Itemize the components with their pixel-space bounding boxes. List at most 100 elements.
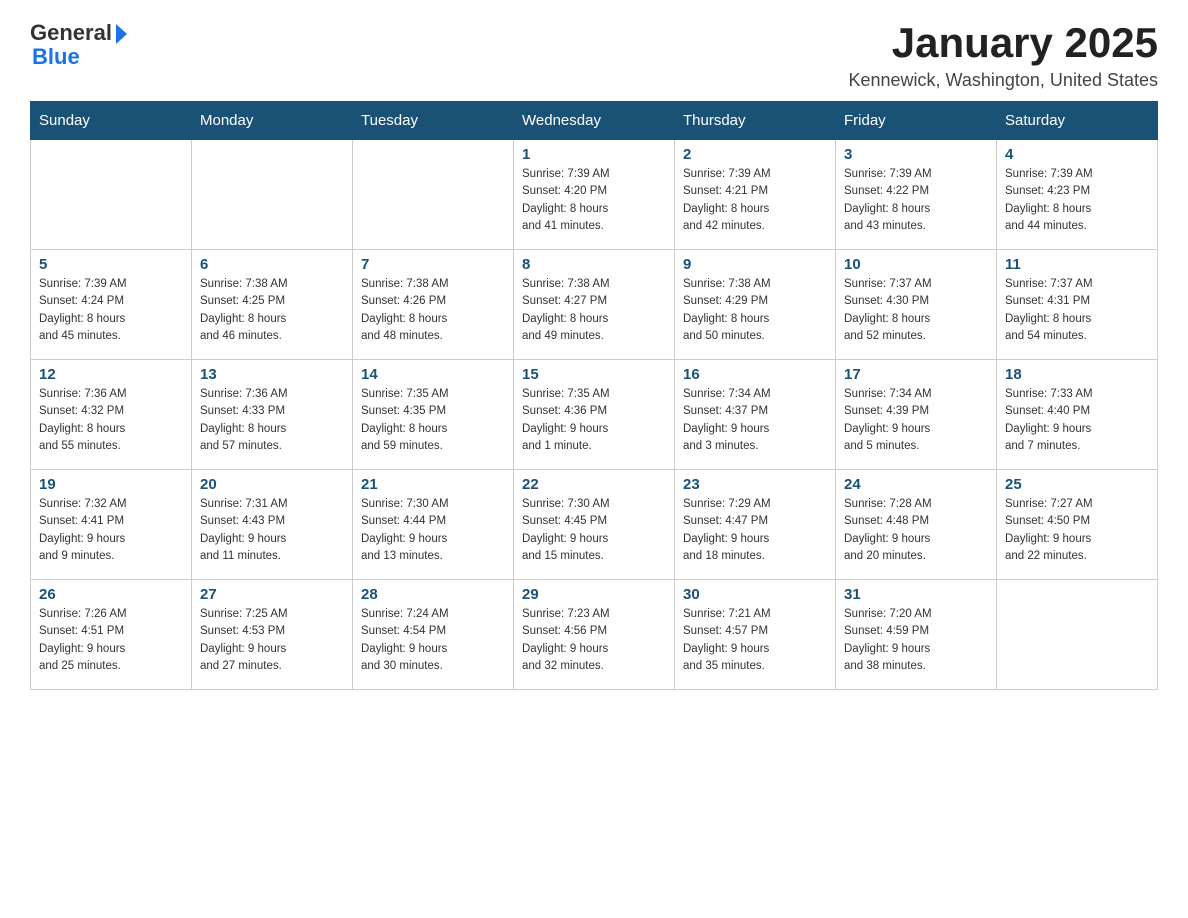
calendar-cell: 29 Sunrise: 7:23 AM Sunset: 4:56 PM Dayli… bbox=[514, 580, 675, 690]
day-header-saturday: Saturday bbox=[997, 102, 1158, 140]
calendar-cell: 5 Sunrise: 7:39 AM Sunset: 4:24 PM Daylig… bbox=[31, 250, 192, 360]
day-info: Sunrise: 7:28 AM Sunset: 4:48 PM Dayligh… bbox=[844, 496, 988, 565]
day-number: 21 bbox=[361, 476, 505, 493]
day-info: Sunrise: 7:29 AM Sunset: 4:47 PM Dayligh… bbox=[683, 496, 827, 565]
day-number: 19 bbox=[39, 476, 183, 493]
day-info: Sunrise: 7:38 AM Sunset: 4:29 PM Dayligh… bbox=[683, 276, 827, 345]
page-header: General Blue January 2025 Kennewick, Was… bbox=[30, 20, 1158, 91]
day-info: Sunrise: 7:34 AM Sunset: 4:37 PM Dayligh… bbox=[683, 386, 827, 455]
day-info: Sunrise: 7:34 AM Sunset: 4:39 PM Dayligh… bbox=[844, 386, 988, 455]
day-info: Sunrise: 7:32 AM Sunset: 4:41 PM Dayligh… bbox=[39, 496, 183, 565]
calendar-week-row: 1 Sunrise: 7:39 AM Sunset: 4:20 PM Daylig… bbox=[31, 140, 1158, 250]
day-number: 1 bbox=[522, 146, 666, 163]
day-info: Sunrise: 7:39 AM Sunset: 4:20 PM Dayligh… bbox=[522, 166, 666, 235]
calendar-cell: 30 Sunrise: 7:21 AM Sunset: 4:57 PM Dayli… bbox=[675, 580, 836, 690]
calendar-cell bbox=[353, 140, 514, 250]
day-header-wednesday: Wednesday bbox=[514, 102, 675, 140]
calendar-cell: 19 Sunrise: 7:32 AM Sunset: 4:41 PM Dayli… bbox=[31, 470, 192, 580]
day-header-sunday: Sunday bbox=[31, 102, 192, 140]
calendar-cell: 8 Sunrise: 7:38 AM Sunset: 4:27 PM Daylig… bbox=[514, 250, 675, 360]
day-number: 16 bbox=[683, 366, 827, 383]
calendar-title: January 2025 bbox=[849, 20, 1159, 66]
day-info: Sunrise: 7:39 AM Sunset: 4:24 PM Dayligh… bbox=[39, 276, 183, 345]
day-info: Sunrise: 7:20 AM Sunset: 4:59 PM Dayligh… bbox=[844, 606, 988, 675]
day-number: 6 bbox=[200, 256, 344, 273]
calendar-week-row: 19 Sunrise: 7:32 AM Sunset: 4:41 PM Dayli… bbox=[31, 470, 1158, 580]
day-number: 9 bbox=[683, 256, 827, 273]
day-number: 14 bbox=[361, 366, 505, 383]
day-info: Sunrise: 7:37 AM Sunset: 4:31 PM Dayligh… bbox=[1005, 276, 1149, 345]
day-info: Sunrise: 7:38 AM Sunset: 4:27 PM Dayligh… bbox=[522, 276, 666, 345]
logo-general-text: General bbox=[30, 20, 112, 46]
day-info: Sunrise: 7:39 AM Sunset: 4:23 PM Dayligh… bbox=[1005, 166, 1149, 235]
day-number: 2 bbox=[683, 146, 827, 163]
day-number: 27 bbox=[200, 586, 344, 603]
calendar-cell bbox=[192, 140, 353, 250]
day-info: Sunrise: 7:24 AM Sunset: 4:54 PM Dayligh… bbox=[361, 606, 505, 675]
day-info: Sunrise: 7:30 AM Sunset: 4:44 PM Dayligh… bbox=[361, 496, 505, 565]
day-number: 4 bbox=[1005, 146, 1149, 163]
day-number: 10 bbox=[844, 256, 988, 273]
day-info: Sunrise: 7:23 AM Sunset: 4:56 PM Dayligh… bbox=[522, 606, 666, 675]
day-number: 22 bbox=[522, 476, 666, 493]
day-number: 20 bbox=[200, 476, 344, 493]
calendar-cell: 23Sunrise: 7:29 AM Sunset: 4:47 PM Dayli… bbox=[675, 470, 836, 580]
day-number: 31 bbox=[844, 586, 988, 603]
calendar-cell: 20 Sunrise: 7:31 AM Sunset: 4:43 PM Dayli… bbox=[192, 470, 353, 580]
calendar-cell: 9 Sunrise: 7:38 AM Sunset: 4:29 PM Daylig… bbox=[675, 250, 836, 360]
day-number: 15 bbox=[522, 366, 666, 383]
calendar-cell: 6Sunrise: 7:38 AM Sunset: 4:25 PM Daylig… bbox=[192, 250, 353, 360]
day-number: 25 bbox=[1005, 476, 1149, 493]
calendar-cell: 14 Sunrise: 7:35 AM Sunset: 4:35 PM Dayli… bbox=[353, 360, 514, 470]
day-header-tuesday: Tuesday bbox=[353, 102, 514, 140]
calendar-cell: 16 Sunrise: 7:34 AM Sunset: 4:37 PM Dayli… bbox=[675, 360, 836, 470]
day-header-monday: Monday bbox=[192, 102, 353, 140]
calendar-cell: 17 Sunrise: 7:34 AM Sunset: 4:39 PM Dayli… bbox=[836, 360, 997, 470]
day-info: Sunrise: 7:36 AM Sunset: 4:33 PM Dayligh… bbox=[200, 386, 344, 455]
calendar-cell: 21 Sunrise: 7:30 AM Sunset: 4:44 PM Dayli… bbox=[353, 470, 514, 580]
calendar-cell: 27 Sunrise: 7:25 AM Sunset: 4:53 PM Dayli… bbox=[192, 580, 353, 690]
day-number: 24 bbox=[844, 476, 988, 493]
day-info: Sunrise: 7:31 AM Sunset: 4:43 PM Dayligh… bbox=[200, 496, 344, 565]
day-number: 30 bbox=[683, 586, 827, 603]
calendar-cell: 31 Sunrise: 7:20 AM Sunset: 4:59 PM Dayli… bbox=[836, 580, 997, 690]
calendar-week-row: 5 Sunrise: 7:39 AM Sunset: 4:24 PM Daylig… bbox=[31, 250, 1158, 360]
calendar-cell bbox=[997, 580, 1158, 690]
day-info: Sunrise: 7:36 AM Sunset: 4:32 PM Dayligh… bbox=[39, 386, 183, 455]
calendar-cell: 3 Sunrise: 7:39 AM Sunset: 4:22 PM Daylig… bbox=[836, 140, 997, 250]
day-number: 8 bbox=[522, 256, 666, 273]
calendar-week-row: 26Sunrise: 7:26 AM Sunset: 4:51 PM Dayli… bbox=[31, 580, 1158, 690]
calendar-cell: 28 Sunrise: 7:24 AM Sunset: 4:54 PM Dayli… bbox=[353, 580, 514, 690]
day-number: 29 bbox=[522, 586, 666, 603]
day-info: Sunrise: 7:35 AM Sunset: 4:35 PM Dayligh… bbox=[361, 386, 505, 455]
day-info: Sunrise: 7:21 AM Sunset: 4:57 PM Dayligh… bbox=[683, 606, 827, 675]
calendar-cell: 11 Sunrise: 7:37 AM Sunset: 4:31 PM Dayli… bbox=[997, 250, 1158, 360]
day-info: Sunrise: 7:38 AM Sunset: 4:26 PM Dayligh… bbox=[361, 276, 505, 345]
day-info: Sunrise: 7:25 AM Sunset: 4:53 PM Dayligh… bbox=[200, 606, 344, 675]
calendar-cell: 4 Sunrise: 7:39 AM Sunset: 4:23 PM Daylig… bbox=[997, 140, 1158, 250]
calendar-subtitle: Kennewick, Washington, United States bbox=[849, 70, 1159, 91]
day-number: 3 bbox=[844, 146, 988, 163]
day-number: 7 bbox=[361, 256, 505, 273]
logo: General Blue bbox=[30, 20, 127, 70]
day-number: 28 bbox=[361, 586, 505, 603]
day-number: 13 bbox=[200, 366, 344, 383]
day-number: 5 bbox=[39, 256, 183, 273]
calendar-cell: 12 Sunrise: 7:36 AM Sunset: 4:32 PM Dayli… bbox=[31, 360, 192, 470]
calendar-cell: 22 Sunrise: 7:30 AM Sunset: 4:45 PM Dayli… bbox=[514, 470, 675, 580]
day-info: Sunrise: 7:39 AM Sunset: 4:22 PM Dayligh… bbox=[844, 166, 988, 235]
day-info: Sunrise: 7:26 AM Sunset: 4:51 PM Dayligh… bbox=[39, 606, 183, 675]
day-info: Sunrise: 7:27 AM Sunset: 4:50 PM Dayligh… bbox=[1005, 496, 1149, 565]
calendar-cell: 25 Sunrise: 7:27 AM Sunset: 4:50 PM Dayli… bbox=[997, 470, 1158, 580]
day-number: 11 bbox=[1005, 256, 1149, 273]
calendar-cell: 13 Sunrise: 7:36 AM Sunset: 4:33 PM Dayli… bbox=[192, 360, 353, 470]
day-number: 17 bbox=[844, 366, 988, 383]
calendar-title-section: January 2025 Kennewick, Washington, Unit… bbox=[849, 20, 1159, 91]
calendar-cell: 15 Sunrise: 7:35 AM Sunset: 4:36 PM Dayli… bbox=[514, 360, 675, 470]
day-info: Sunrise: 7:35 AM Sunset: 4:36 PM Dayligh… bbox=[522, 386, 666, 455]
day-info: Sunrise: 7:33 AM Sunset: 4:40 PM Dayligh… bbox=[1005, 386, 1149, 455]
day-number: 12 bbox=[39, 366, 183, 383]
day-info: Sunrise: 7:30 AM Sunset: 4:45 PM Dayligh… bbox=[522, 496, 666, 565]
calendar-cell: 7 Sunrise: 7:38 AM Sunset: 4:26 PM Daylig… bbox=[353, 250, 514, 360]
calendar-cell: 10Sunrise: 7:37 AM Sunset: 4:30 PM Dayli… bbox=[836, 250, 997, 360]
